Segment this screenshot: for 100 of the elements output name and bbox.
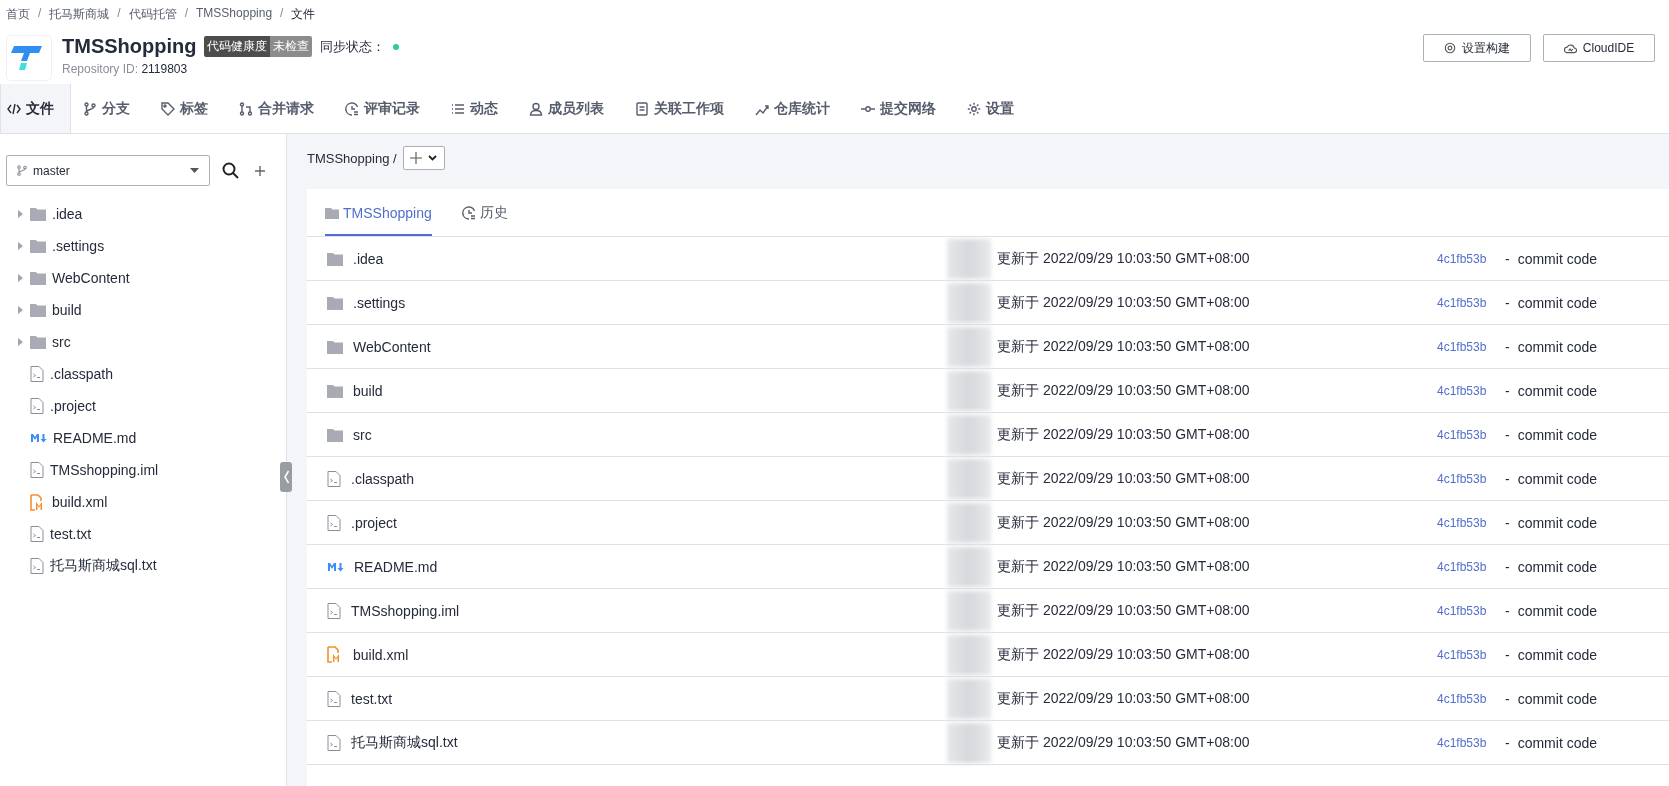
commit-message: commit code: [1517, 734, 1598, 751]
nav-tab[interactable]: 文件: [0, 84, 71, 133]
commit-message: commit code: [1517, 426, 1598, 443]
build-settings-button[interactable]: 设置构建: [1423, 34, 1531, 62]
nav-tab[interactable]: 标签: [149, 84, 227, 133]
separator-dash: -: [1505, 470, 1510, 487]
tree-item[interactable]: .settings: [0, 230, 270, 262]
separator-dash: -: [1505, 338, 1510, 355]
commit-hash-link[interactable]: 4c1fb53b: [1437, 295, 1497, 310]
markdown-icon: [30, 432, 47, 444]
branch-select[interactable]: master: [6, 155, 210, 186]
branch-icon: [17, 165, 27, 176]
commit-hash-link[interactable]: 4c1fb53b: [1437, 647, 1497, 662]
blurred-author: [947, 546, 991, 587]
plus-icon: [410, 152, 423, 164]
commit-hash-link[interactable]: 4c1fb53b: [1437, 691, 1497, 706]
file-icon: [30, 558, 44, 574]
file-name-link[interactable]: 托马斯商城sql.txt: [351, 733, 458, 752]
file-name-link[interactable]: TMSshopping.iml: [351, 602, 460, 619]
breadcrumb-link[interactable]: 托马斯商城: [49, 6, 110, 23]
commit-hash-link[interactable]: 4c1fb53b: [1437, 427, 1497, 442]
breadcrumb-link[interactable]: TMSShopping: [196, 6, 273, 23]
file-name-link[interactable]: .project: [351, 514, 397, 531]
search-icon: [222, 162, 239, 179]
tree-item[interactable]: .idea: [0, 198, 270, 230]
file-icon: [327, 470, 341, 487]
folder-icon: [327, 251, 343, 266]
tag-icon: [161, 101, 175, 116]
commit-hash-link[interactable]: 4c1fb53b: [1437, 339, 1497, 354]
update-time: 更新于 2022/09/29 10:03:50 GMT+08:00: [997, 293, 1251, 312]
file-name-link[interactable]: .idea: [353, 250, 384, 267]
file-name-link[interactable]: .classpath: [351, 470, 415, 487]
nav-tab[interactable]: 关联工作项: [623, 84, 743, 133]
folder-icon: [327, 427, 343, 442]
file-icon: [30, 462, 44, 478]
tree-item[interactable]: .project: [0, 390, 270, 422]
tree-item[interactable]: build: [0, 294, 270, 326]
blurred-author: [947, 678, 991, 719]
nav-tab[interactable]: 分支: [71, 84, 149, 133]
folder-icon: [30, 303, 46, 317]
breadcrumb-link[interactable]: 首页: [6, 6, 30, 23]
commit-message: commit code: [1517, 250, 1598, 267]
update-time: 更新于 2022/09/29 10:03:50 GMT+08:00: [997, 249, 1251, 268]
tree-item[interactable]: README.md: [0, 422, 270, 454]
commit-hash-link[interactable]: 4c1fb53b: [1437, 471, 1497, 486]
commit-message: commit code: [1517, 514, 1598, 531]
file-name-link[interactable]: test.txt: [351, 690, 393, 707]
tree-item[interactable]: TMSshopping.iml: [0, 454, 270, 486]
separator-dash: -: [1505, 426, 1510, 443]
commit-hash-link[interactable]: 4c1fb53b: [1437, 603, 1497, 618]
update-time: 更新于 2022/09/29 10:03:50 GMT+08:00: [997, 601, 1251, 620]
breadcrumb-link[interactable]: 代码托管: [128, 6, 177, 23]
commit-hash-link[interactable]: 4c1fb53b: [1437, 251, 1497, 266]
folder-icon: [30, 335, 46, 349]
commit-hash-link[interactable]: 4c1fb53b: [1437, 515, 1497, 530]
nav-tab[interactable]: 提交网络: [849, 84, 955, 133]
blurred-author: [947, 282, 991, 323]
content-tab[interactable]: TMSShopping: [325, 189, 432, 236]
nav-tab[interactable]: 评审记录: [333, 84, 439, 133]
file-name-link[interactable]: build.xml: [353, 646, 409, 663]
commit-hash-link[interactable]: 4c1fb53b: [1437, 559, 1497, 574]
nav-tab[interactable]: 动态: [439, 84, 517, 133]
tree-item[interactable]: .classpath: [0, 358, 270, 390]
repository-logo: [6, 35, 52, 81]
collapse-handle[interactable]: [280, 462, 292, 492]
commit-hash-link[interactable]: 4c1fb53b: [1437, 383, 1497, 398]
blurred-author: [947, 502, 991, 543]
file-icon: [327, 690, 341, 707]
tree-item[interactable]: test.txt: [0, 518, 270, 550]
file-name-link[interactable]: README.md: [354, 558, 438, 575]
nav-tab[interactable]: 仓库统计: [743, 84, 849, 133]
update-time: 更新于 2022/09/29 10:03:50 GMT+08:00: [997, 645, 1251, 664]
cloud-ide-button[interactable]: CloudIDE: [1543, 34, 1655, 62]
tree-item[interactable]: WebContent: [0, 262, 270, 294]
folder-icon: [327, 339, 343, 354]
file-name-link[interactable]: .settings: [353, 294, 406, 311]
add-file-dropdown[interactable]: [402, 146, 445, 170]
update-time: 更新于 2022/09/29 10:03:50 GMT+08:00: [997, 425, 1251, 444]
nav-tab[interactable]: 成员列表: [517, 84, 623, 133]
tree-item[interactable]: 托马斯商城sql.txt: [0, 550, 270, 582]
nav-tab[interactable]: 合并请求: [227, 84, 333, 133]
settings-icon: [1444, 42, 1456, 54]
nav-tab[interactable]: 设置: [955, 84, 1033, 133]
folder-icon: [30, 239, 46, 253]
file-name-link[interactable]: WebContent: [353, 338, 431, 355]
file-name-link[interactable]: build: [353, 382, 383, 399]
code-icon: [7, 101, 21, 116]
content-tab[interactable]: 历史: [461, 189, 508, 236]
file-name-link[interactable]: src: [353, 426, 372, 443]
expand-caret-icon: [18, 274, 23, 282]
tree-item[interactable]: build.xml: [0, 486, 270, 518]
user-icon: [529, 101, 543, 116]
separator-dash: -: [1505, 734, 1510, 751]
status-dot: [393, 43, 400, 50]
chevron-down-icon: [428, 155, 438, 161]
breadcrumb-separator: /: [280, 6, 284, 22]
commit-hash-link[interactable]: 4c1fb53b: [1437, 735, 1497, 750]
blurred-author: [947, 634, 991, 675]
tree-item[interactable]: src: [0, 326, 270, 358]
update-time: 更新于 2022/09/29 10:03:50 GMT+08:00: [997, 733, 1251, 752]
